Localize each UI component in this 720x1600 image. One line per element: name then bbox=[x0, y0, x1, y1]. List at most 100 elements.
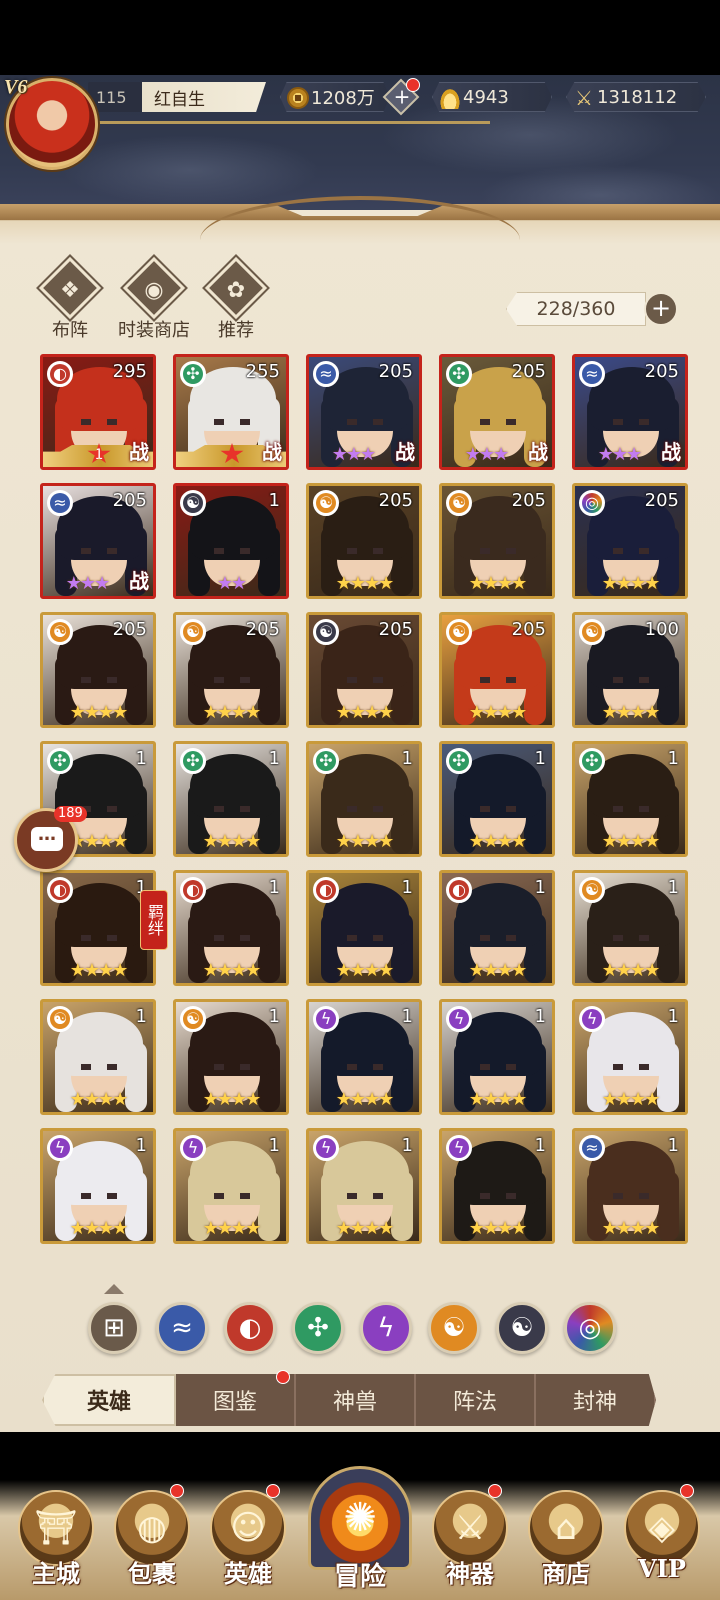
fetter-tag[interactable]: 羁绊 bbox=[140, 890, 168, 950]
hero-eyes bbox=[480, 419, 516, 425]
tab-4[interactable]: 阵法 bbox=[416, 1374, 536, 1426]
notification-dot bbox=[266, 1484, 280, 1498]
hero-card[interactable]: ϟ 1 ★★★★ bbox=[40, 1128, 156, 1244]
water-element-icon: ≈ bbox=[579, 1135, 605, 1161]
coin-counter[interactable]: 1208万 bbox=[280, 82, 390, 112]
hero-level: 1 bbox=[268, 877, 280, 898]
hero-stars: ★★★★ bbox=[335, 1218, 395, 1239]
hero-card[interactable]: ✣ 205 ★★★ 战 bbox=[439, 354, 555, 470]
hero-eyes bbox=[214, 548, 250, 554]
formation-icon: ❖ bbox=[38, 256, 102, 320]
filter-light-button[interactable]: ☯ bbox=[428, 1302, 480, 1354]
expand-roster-button[interactable]: + bbox=[644, 292, 678, 326]
notification-dot bbox=[488, 1484, 502, 1498]
dark-element-icon: ☯ bbox=[510, 1313, 534, 1343]
hero-card[interactable]: ≈205 ★★★ 战 bbox=[572, 354, 688, 470]
hero-level: 1 bbox=[135, 1135, 147, 1156]
hero-card[interactable]: ϟ 1 ★★★★ bbox=[572, 999, 688, 1115]
hero-eyes bbox=[613, 1064, 649, 1070]
thunder-element-icon: ϟ bbox=[313, 1135, 339, 1161]
hero-card[interactable]: ◎ 205 ★★★★ bbox=[572, 483, 688, 599]
hero-card[interactable]: ✣ 255 战 bbox=[173, 354, 289, 470]
filter-all-button[interactable]: ⊞ bbox=[88, 1302, 140, 1354]
ingot-counter[interactable]: 4943 bbox=[432, 82, 552, 112]
hero-card[interactable]: ☯ 100 ★★★★ bbox=[572, 612, 688, 728]
hero-eyes bbox=[613, 806, 649, 812]
hero-card[interactable]: ☯ 205 ★★★★ bbox=[306, 612, 422, 728]
hero-card[interactable]: ✣ 1 ★★★★ bbox=[306, 741, 422, 857]
nav-hero[interactable]: ☺ 英雄 bbox=[202, 1484, 294, 1600]
fire-element-icon: ◐ bbox=[446, 877, 472, 903]
hero-level: 1 bbox=[667, 877, 679, 898]
hero-stars: ★★★★ bbox=[202, 702, 262, 723]
hero-card[interactable]: ≈205 ★★★ 战 bbox=[306, 354, 422, 470]
hero-eyes bbox=[214, 806, 250, 812]
hero-card[interactable]: ✣ 1 ★★★★ bbox=[439, 741, 555, 857]
tab-2[interactable]: 图鉴 bbox=[176, 1370, 296, 1426]
hero-card[interactable]: ☯ 205 ★★★★ bbox=[439, 483, 555, 599]
hero-card[interactable]: ϟ 1 ★★★★ bbox=[306, 1128, 422, 1244]
hero-eyes bbox=[480, 677, 516, 683]
filter-dark-button[interactable]: ☯ bbox=[496, 1302, 548, 1354]
tab-5[interactable]: 封神 bbox=[536, 1374, 656, 1426]
nav-city[interactable]: ⛩ 主城 bbox=[10, 1484, 102, 1600]
player-name[interactable]: 红自生 bbox=[142, 82, 266, 112]
hero-card[interactable]: ◐ 1 ★★★★ bbox=[439, 870, 555, 986]
hero-level: 1 bbox=[401, 748, 413, 769]
nav-adventure[interactable]: ✺ 冒险 bbox=[300, 1466, 420, 1600]
sub-tab-bar: 英雄 图鉴 神兽 阵法 封神 bbox=[42, 1370, 656, 1426]
nav-vip[interactable]: ◈ VIP bbox=[616, 1484, 708, 1600]
hero-card[interactable]: ◐ 1 ★★★★ bbox=[306, 870, 422, 986]
hero-card[interactable]: ◐ 295 1 战 bbox=[40, 354, 156, 470]
hero-eyes bbox=[81, 1064, 117, 1070]
tab-3[interactable]: 神兽 bbox=[296, 1374, 416, 1426]
hero-card[interactable]: ≈1 ★★★★ bbox=[572, 1128, 688, 1244]
filter-thunder-button[interactable]: ϟ bbox=[360, 1302, 412, 1354]
hero-card[interactable]: ϟ 1 ★★★★ bbox=[306, 999, 422, 1115]
player-level: 115 bbox=[88, 82, 146, 112]
element-glyph: ☯ bbox=[451, 493, 467, 512]
element-glyph: ☯ bbox=[185, 622, 201, 641]
hero-card[interactable]: ✣ 1 ★★★★ bbox=[572, 741, 688, 857]
hero-stars: ★★★★ bbox=[202, 960, 262, 981]
hero-card[interactable]: ϟ 1 ★★★★ bbox=[173, 1128, 289, 1244]
hero-card[interactable]: ϟ 1 ★★★★ bbox=[439, 999, 555, 1115]
nav-artifact[interactable]: ⚔ 神器 bbox=[424, 1484, 516, 1600]
hero-card[interactable]: ☯ 205 ★★★★ bbox=[40, 612, 156, 728]
quick-menu-recommend[interactable]: ✿ 推荐 bbox=[186, 256, 286, 342]
hero-card[interactable]: ϟ 1 ★★★★ bbox=[439, 1128, 555, 1244]
hero-eyes bbox=[347, 935, 383, 941]
hero-card[interactable]: ◐ 1 ★★★★ bbox=[173, 870, 289, 986]
coin-icon bbox=[287, 87, 309, 109]
hero-eyes bbox=[214, 935, 250, 941]
fashion-shop-icon: ◉ bbox=[122, 256, 186, 320]
hero-level: 205 bbox=[511, 361, 546, 382]
hero-stars: ★★★★ bbox=[335, 831, 395, 852]
filter-chaos-button[interactable]: ◎ bbox=[564, 1302, 616, 1354]
wind-element-icon: ✣ bbox=[446, 361, 472, 387]
hero-card[interactable]: ☯ 205 ★★★★ bbox=[439, 612, 555, 728]
filter-wind-button[interactable]: ✣ bbox=[292, 1302, 344, 1354]
chat-icon: … bbox=[31, 826, 63, 851]
element-glyph: ϟ bbox=[54, 1138, 66, 1157]
hero-card[interactable]: ☯ 205 ★★★★ bbox=[173, 612, 289, 728]
nav-bag[interactable]: ◍ 包裹 bbox=[106, 1484, 198, 1600]
element-glyph: ≈ bbox=[585, 364, 599, 383]
element-glyph: ☯ bbox=[451, 622, 467, 641]
hero-card[interactable]: ☯ 1 ★★★★ bbox=[572, 870, 688, 986]
hero-card[interactable]: ☯ 1 ★★★★ bbox=[40, 999, 156, 1115]
hero-card[interactable]: ✣ 1 ★★★★ bbox=[173, 741, 289, 857]
filter-water-button[interactable]: ≈ bbox=[156, 1302, 208, 1354]
hero-card[interactable]: ≈205 ★★★ 战 bbox=[40, 483, 156, 599]
nav-shop[interactable]: ⌂ 商店 bbox=[520, 1484, 612, 1600]
hero-card[interactable]: ☯ 1 ★★★★ bbox=[173, 999, 289, 1115]
dark-element-icon: ☯ bbox=[180, 490, 206, 516]
filter-fire-button[interactable]: ◐ bbox=[224, 1302, 276, 1354]
wind-element-icon: ✣ bbox=[47, 748, 73, 774]
dark-element-icon: ☯ bbox=[313, 619, 339, 645]
hero-card[interactable]: ☯ 1 ★★ bbox=[173, 483, 289, 599]
hero-card[interactable]: ☯ 205 ★★★★ bbox=[306, 483, 422, 599]
tab-1[interactable]: 英雄 bbox=[42, 1374, 176, 1426]
thunder-element-icon: ϟ bbox=[446, 1006, 472, 1032]
hero-card[interactable]: ◐ 1 ★★★★ bbox=[40, 870, 156, 986]
